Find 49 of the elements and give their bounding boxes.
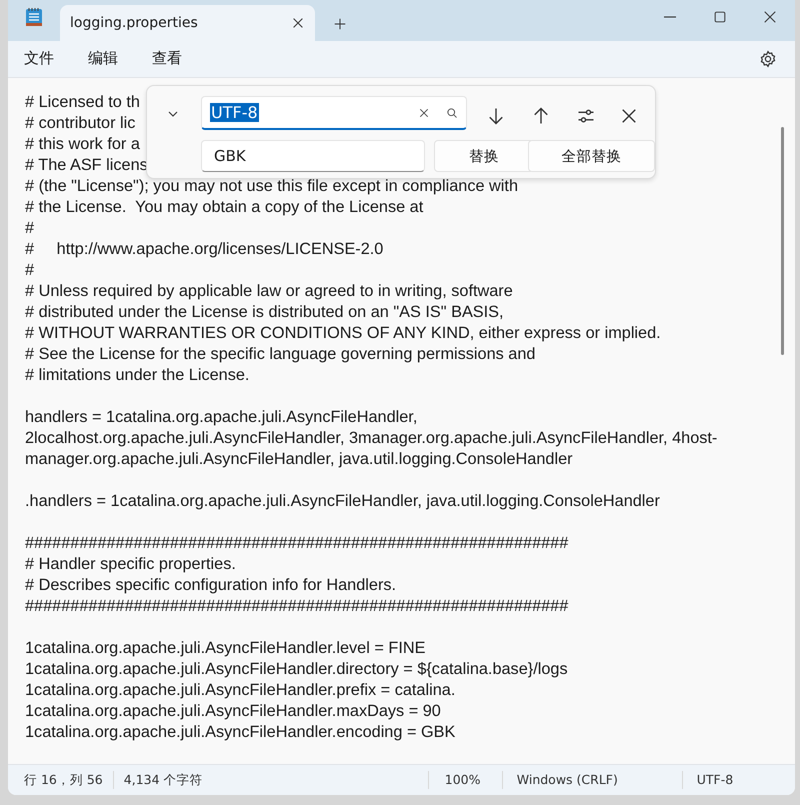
replace-field[interactable]: GBK	[201, 140, 425, 172]
text-line: # contributor lic	[25, 113, 136, 134]
text-line: # WITHOUT WARRANTIES OR CONDITIONS OF ANY KIND, either express or implied.	[25, 323, 661, 344]
text-line: ############################################################	[25, 533, 568, 554]
close-icon	[763, 10, 777, 24]
text-line: 1catalina.org.apache.juli.AsyncFileHandler.prefix = catalina.	[25, 680, 456, 702]
menu-item[interactable]: 编辑	[86, 45, 120, 72]
text-line: 1catalina.org.apache.juli.AsyncFileHandler.encoding = GBK	[25, 722, 456, 744]
text-line: ############################################################	[25, 596, 568, 618]
text-line: #	[25, 260, 34, 282]
settings-icon[interactable]	[759, 50, 777, 68]
minimize-icon	[664, 16, 676, 18]
notepad-icon	[25, 6, 43, 27]
menu-item[interactable]: 查看	[150, 45, 184, 72]
cursor-position: 行 16，列 56	[8, 771, 114, 790]
menu-item[interactable]: 文件	[22, 45, 56, 72]
text-line: 2localhost.org.apache.juli.AsyncFileHandler, 3manager.org.apache.juli.AsyncFileHandler, 4host-	[25, 428, 718, 450]
text-line: # http://www.apache.org/licenses/LICENSE-2.0	[25, 239, 384, 260]
text-line: # the License. You may obtain a copy of the License at	[25, 197, 424, 218]
replace-all-button[interactable]: 全部替换	[528, 140, 655, 172]
scrollbar[interactable]	[781, 127, 784, 356]
text-line: # distributed under the License is distributed on an "AS IS" BASIS,	[25, 302, 504, 324]
text-line: handlers = 1catalina.org.apache.juli.AsyncFileHandler,	[25, 407, 418, 428]
text-line: # (the "License"); you may not use this file except in compliance with	[25, 176, 518, 198]
maximize-icon	[713, 10, 727, 24]
text-line: # Unless required by applicable law or agreed to in writing, software	[25, 281, 513, 302]
text-line: 1catalina.org.apache.juli.AsyncFileHandler.directory = ${catalina.base}/logs	[25, 659, 568, 680]
plus-icon[interactable]	[333, 16, 347, 31]
text-line: # See the License for the specific language governing permissions and	[25, 344, 536, 366]
file-tab[interactable]: logging.properties	[60, 4, 315, 41]
text-line: # limitations under the License.	[25, 365, 250, 386]
find-field[interactable]: UTF-8	[201, 96, 467, 130]
character-count: 4,134 个字符	[114, 771, 429, 790]
encoding[interactable]: UTF-8	[682, 771, 744, 790]
text-line: 1catalina.org.apache.juli.AsyncFileHandler.maxDays = 90	[25, 701, 441, 722]
zoom-level[interactable]: 100%	[428, 771, 503, 790]
search-icon[interactable]	[446, 106, 458, 119]
text-line: # Licensed to th	[25, 92, 140, 114]
text-line: .handlers = 1catalina.org.apache.juli.AsyncFileHandler, java.util.logging.ConsoleHandler	[25, 491, 660, 512]
text-line: 1catalina.org.apache.juli.AsyncFileHandler.level = FINE	[25, 638, 426, 660]
text-line: #	[25, 218, 34, 240]
text-line: # this work for a	[25, 134, 140, 156]
text-line: # The ASF licens	[25, 155, 148, 176]
text-line: manager.org.apache.juli.AsyncFileHandler, java.util.logging.ConsoleHandler	[25, 449, 573, 470]
clear-icon[interactable]	[418, 106, 430, 119]
line-ending[interactable]: Windows (CRLF)	[502, 771, 683, 790]
close-icon[interactable]	[291, 16, 305, 30]
text-line: # Handler specific properties.	[25, 554, 236, 576]
text-line: # Describes specific configuration info for Handlers.	[25, 575, 396, 596]
